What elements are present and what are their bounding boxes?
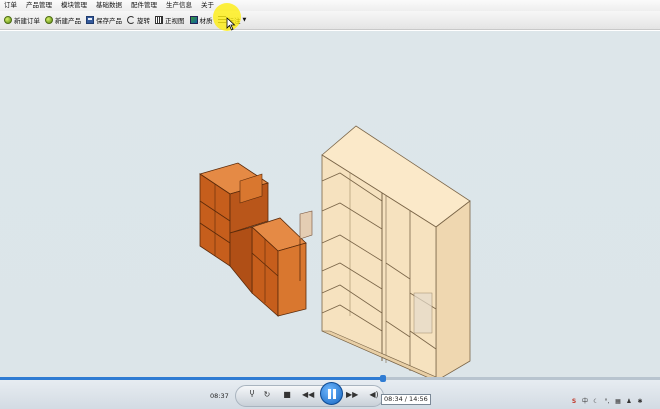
- rotate-label: 旋转: [137, 17, 150, 25]
- new-order-icon: [4, 16, 12, 24]
- current-time: 08:37: [210, 392, 229, 400]
- annotation-button[interactable]: 标注 ▼: [217, 15, 247, 25]
- menu-about[interactable]: 关于: [201, 0, 214, 11]
- chevron-down-icon[interactable]: ▼: [243, 17, 247, 23]
- time-tooltip: 08:34 / 14:56: [381, 394, 431, 405]
- toolbar: 新建订单 新建产品 保存产品 旋转 正视图 材质 标注 ▼: [0, 11, 660, 30]
- video-player-bar: 08:37 Ⴤ ↻ ■ ◀◀ ▶▶ ◀) 08:34 / 14:56 S 中 ☾…: [0, 375, 660, 409]
- new-product-icon: [45, 16, 53, 24]
- menu-module-management[interactable]: 模块管理: [61, 0, 87, 11]
- wardrobe-model: [321, 125, 471, 377]
- menu-product-management[interactable]: 产品管理: [26, 0, 52, 11]
- rotate-icon: [127, 16, 135, 24]
- app-tray-icon[interactable]: S: [570, 398, 578, 406]
- menu-base-data[interactable]: 基础数据: [96, 0, 122, 11]
- front-view-icon: [155, 16, 163, 24]
- seek-bar[interactable]: [0, 375, 660, 382]
- material-label: 材质: [199, 17, 213, 25]
- save-icon: [86, 16, 94, 24]
- menu-order[interactable]: 订单: [4, 0, 17, 11]
- new-product-button[interactable]: 新建产品: [45, 15, 81, 25]
- scene-canvas: [199, 125, 471, 377]
- settings-icon[interactable]: ✱: [636, 398, 644, 406]
- new-product-label: 新建产品: [55, 17, 81, 25]
- new-order-button[interactable]: 新建订单: [4, 15, 40, 25]
- material-button[interactable]: 材质: [189, 15, 213, 25]
- system-tray: S 中 ☾ °, ▦ ♟ ✱: [570, 398, 647, 406]
- annotation-icon: [217, 16, 226, 24]
- front-view-button[interactable]: 正视图: [155, 15, 185, 25]
- rewind-icon[interactable]: ◀◀: [302, 389, 314, 401]
- seek-progress: [0, 377, 383, 380]
- rotate-button[interactable]: 旋转: [127, 15, 150, 25]
- orange-cabinet: [199, 162, 313, 317]
- play-pause-icon[interactable]: [320, 382, 343, 405]
- new-order-label: 新建订单: [14, 17, 40, 25]
- menu-accessory-management[interactable]: 配件管理: [131, 0, 157, 11]
- pause-bar-left: [328, 389, 331, 399]
- punctuation-icon[interactable]: °,: [603, 398, 611, 406]
- annotation-label: 标注: [227, 17, 241, 25]
- menu-production-info[interactable]: 生产信息: [166, 0, 192, 11]
- loop-icon[interactable]: Ⴤ: [246, 389, 258, 401]
- ime-indicator[interactable]: 中: [581, 398, 589, 406]
- keyboard-icon[interactable]: ▦: [614, 398, 622, 406]
- user-icon[interactable]: ♟: [625, 398, 633, 406]
- stop-icon[interactable]: ■: [281, 389, 293, 401]
- material-icon: [189, 16, 198, 24]
- seek-handle[interactable]: [379, 375, 386, 382]
- fast-forward-icon[interactable]: ▶▶: [346, 389, 358, 401]
- pause-bar-right: [333, 389, 336, 399]
- volume-icon[interactable]: ◀): [368, 389, 380, 401]
- moon-icon[interactable]: ☾: [592, 398, 600, 406]
- repeat-icon[interactable]: ↻: [261, 389, 273, 401]
- front-view-label: 正视图: [165, 17, 185, 25]
- save-product-label: 保存产品: [96, 17, 122, 25]
- 3d-viewport[interactable]: [0, 31, 660, 377]
- save-product-button[interactable]: 保存产品: [86, 15, 122, 25]
- menu-bar: 订单 产品管理 模块管理 基础数据 配件管理 生产信息 关于: [0, 0, 660, 11]
